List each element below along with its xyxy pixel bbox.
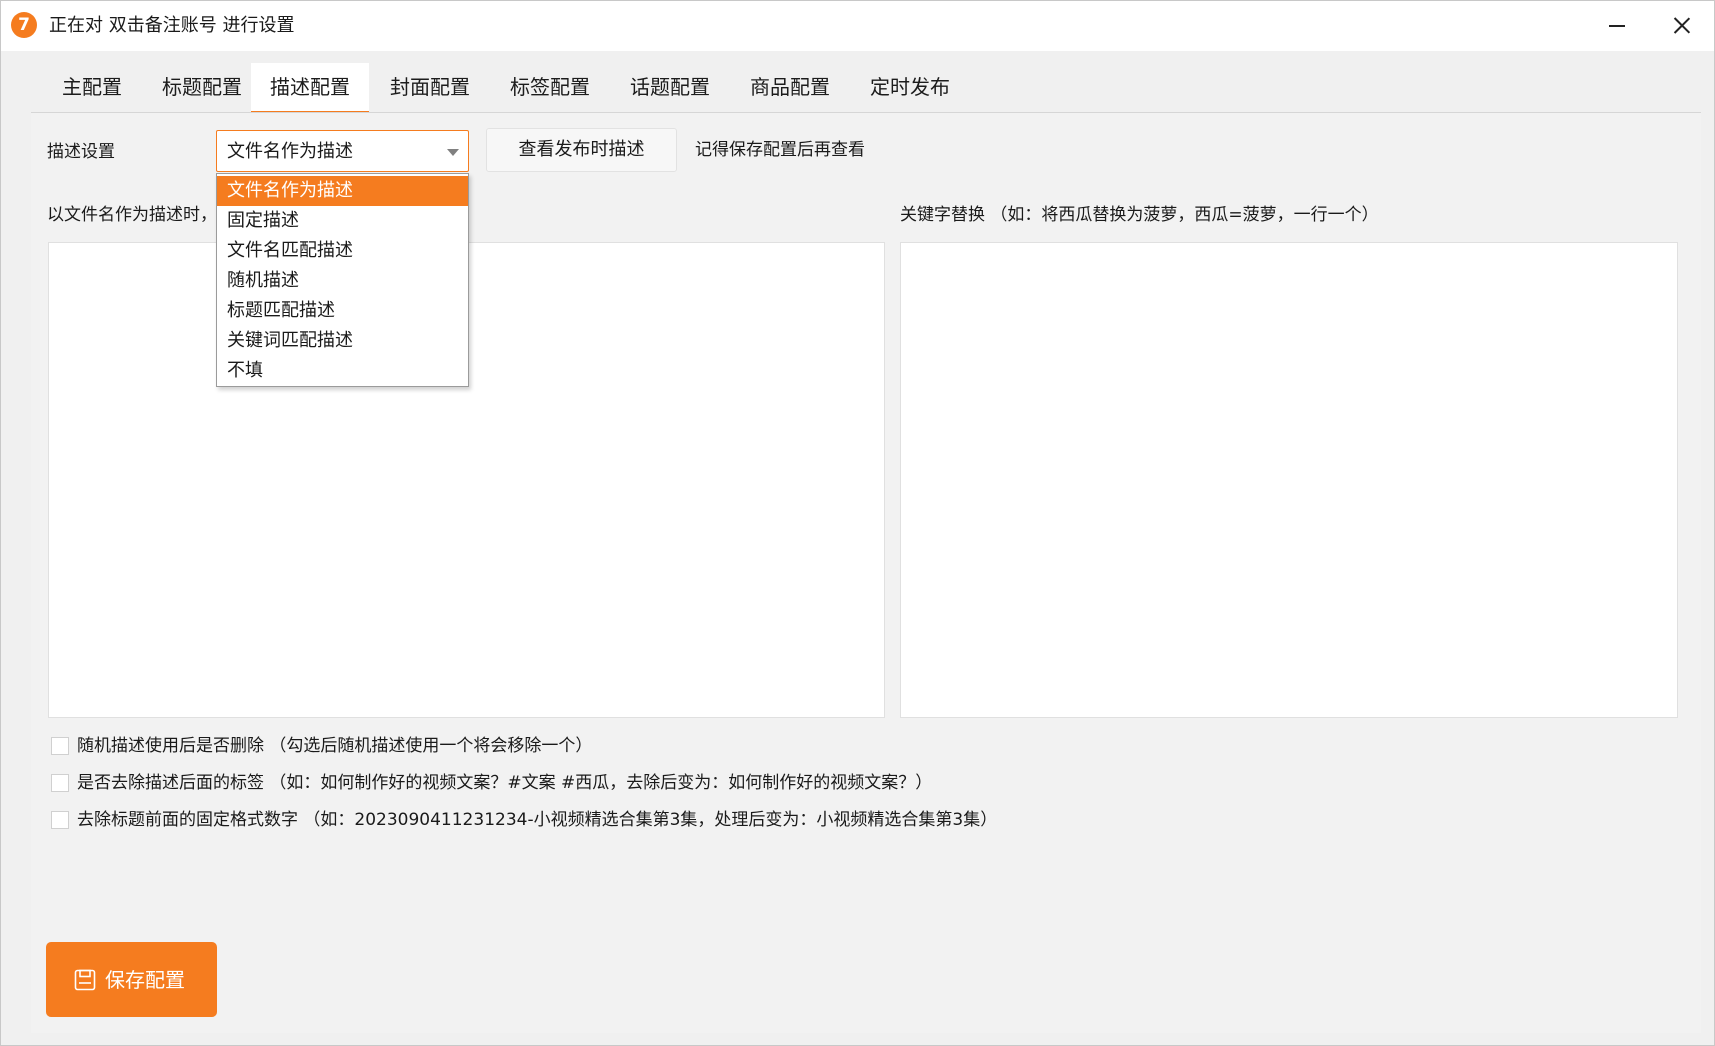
tab-main-config[interactable]: 主配置 xyxy=(33,63,151,111)
save-config-label: 保存配置 xyxy=(105,968,185,992)
description-setting-label: 描述设置 xyxy=(47,142,115,162)
checkbox-label: 去除标题前面的固定格式数字 （如：2023090411231234-小视频精选合… xyxy=(77,810,998,830)
tab-topic-config[interactable]: 话题配置 xyxy=(611,63,729,111)
dropdown-option[interactable]: 不填 xyxy=(217,356,468,386)
dropdown-option[interactable]: 关键词匹配描述 xyxy=(217,326,468,356)
settings-window: 7 正在对 双击备注账号 进行设置 主配置 标题配置 描述配置 封面配置 标签配… xyxy=(0,0,1715,1046)
keyword-replace-textarea[interactable] xyxy=(900,242,1678,718)
checkbox-label: 是否去除描述后面的标签 （如：如何制作好的视频文案？#文案 #西瓜，去除后变为：… xyxy=(77,773,933,793)
close-button[interactable] xyxy=(1660,9,1704,41)
dropdown-option[interactable]: 标题匹配描述 xyxy=(217,296,468,326)
tab-cover-config[interactable]: 封面配置 xyxy=(371,63,489,111)
checkbox-label: 随机描述使用后是否删除 （勾选后随机描述使用一个将会移除一个） xyxy=(77,736,593,756)
tab-scheduled-publish[interactable]: 定时发布 xyxy=(851,63,969,111)
dropdown-option[interactable]: 固定描述 xyxy=(217,206,468,236)
chevron-down-icon xyxy=(447,149,459,156)
app-logo-icon: 7 xyxy=(11,12,37,38)
tab-product-config[interactable]: 商品配置 xyxy=(731,63,849,111)
checkbox[interactable] xyxy=(51,737,69,755)
select-value: 文件名作为描述 xyxy=(227,141,353,162)
checkbox[interactable] xyxy=(51,774,69,792)
tab-tag-config[interactable]: 标签配置 xyxy=(491,63,609,111)
preview-description-button[interactable]: 查看发布时描述 xyxy=(486,128,677,172)
tab-description-config[interactable]: 描述配置 xyxy=(251,63,369,113)
minimize-button[interactable] xyxy=(1595,9,1639,41)
description-mode-dropdown: 文件名作为描述 固定描述 文件名匹配描述 随机描述 标题匹配描述 关键词匹配描述… xyxy=(216,173,469,387)
keyword-replace-caption: 关键字替换 （如：将西瓜替换为菠萝，西瓜=菠萝，一行一个） xyxy=(900,205,1379,225)
dropdown-option[interactable]: 文件名匹配描述 xyxy=(217,236,468,266)
title-bar: 7 正在对 双击备注账号 进行设置 xyxy=(1,1,1714,51)
save-icon xyxy=(74,969,96,991)
tab-title-config[interactable]: 标题配置 xyxy=(143,63,261,111)
dropdown-option[interactable]: 随机描述 xyxy=(217,266,468,296)
filename-description-caption: 以文件名作为描述时， xyxy=(47,205,217,225)
checkbox[interactable] xyxy=(51,811,69,829)
save-hint-text: 记得保存配置后再查看 xyxy=(695,140,865,160)
save-config-button[interactable]: 保存配置 xyxy=(46,942,217,1017)
dropdown-option[interactable]: 文件名作为描述 xyxy=(217,176,468,206)
window-title: 正在对 双击备注账号 进行设置 xyxy=(49,15,295,36)
description-mode-select[interactable]: 文件名作为描述 xyxy=(216,130,469,172)
